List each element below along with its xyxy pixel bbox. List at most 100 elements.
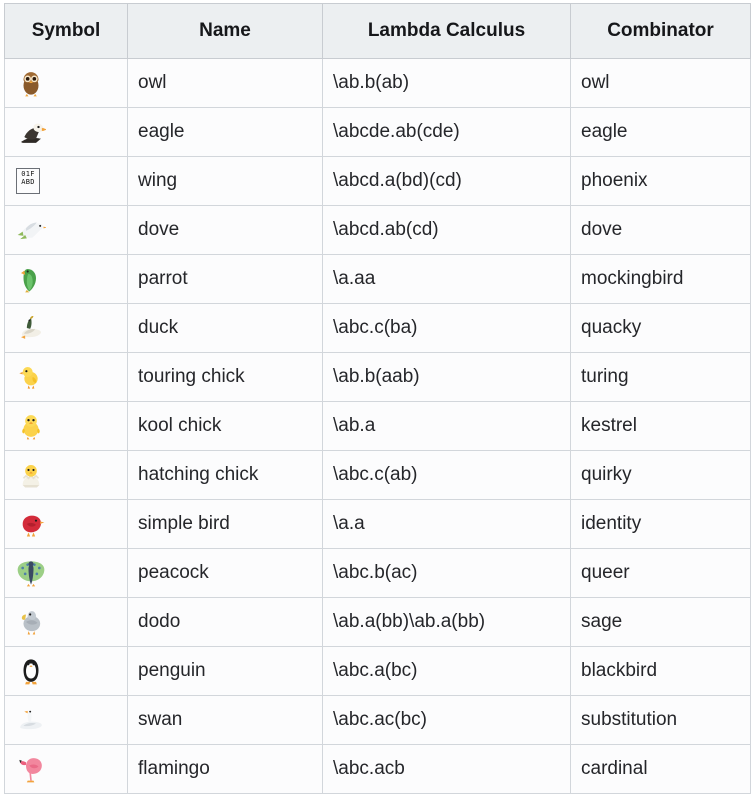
table-row: flamingo \abc.acb cardinal <box>4 744 751 794</box>
cell-name: parrot <box>127 254 323 304</box>
cell-combinator: cardinal <box>570 744 751 794</box>
cell-lambda: \abcd.a(bd)(cd) <box>322 156 571 206</box>
cell-combinator: quirky <box>570 450 751 500</box>
cell-combinator: eagle <box>570 107 751 157</box>
column-header-symbol[interactable]: Symbol <box>4 3 128 59</box>
cell-name: hatching chick <box>127 450 323 500</box>
table-row: peacock \abc.b(ac) queer <box>4 548 751 598</box>
penguin-emoji <box>16 656 46 686</box>
cell-name: flamingo <box>127 744 323 794</box>
duck-emoji <box>16 313 46 343</box>
cell-lambda: \a.aa <box>322 254 571 304</box>
peacock-emoji <box>16 558 46 588</box>
eagle-emoji <box>16 117 46 147</box>
cell-name: owl <box>127 58 323 108</box>
cell-combinator: blackbird <box>570 646 751 696</box>
cell-lambda: \ab.a <box>322 401 571 451</box>
cell-symbol <box>4 597 128 647</box>
cell-name: swan <box>127 695 323 745</box>
cell-symbol <box>4 548 128 598</box>
table-header-row: Symbol Name Lambda Calculus Combinator <box>4 3 751 59</box>
table-row: kool chick \ab.a kestrel <box>4 401 751 451</box>
cell-name: eagle <box>127 107 323 157</box>
cell-combinator: phoenix <box>570 156 751 206</box>
cell-lambda: \ab.a(bb)\ab.a(bb) <box>322 597 571 647</box>
cell-symbol <box>4 352 128 402</box>
cell-combinator: queer <box>570 548 751 598</box>
dodo-emoji <box>16 607 46 637</box>
cell-name: duck <box>127 303 323 353</box>
cell-lambda: \abcd.ab(cd) <box>322 205 571 255</box>
table-row: 01F ABD wing \abcd.a(bd)(cd) phoenix <box>4 156 751 206</box>
swan-emoji <box>16 705 46 735</box>
cell-lambda: \ab.b(ab) <box>322 58 571 108</box>
table-row: hatching chick \abc.c(ab) quirky <box>4 450 751 500</box>
table-body: owl \ab.b(ab) owl eagle \abcde.ab(cde) eagle 0… <box>4 58 751 794</box>
table-row: dodo \ab.a(bb)\ab.a(bb) sage <box>4 597 751 647</box>
cell-lambda: \abc.c(ba) <box>322 303 571 353</box>
cell-combinator: kestrel <box>570 401 751 451</box>
cell-combinator: sage <box>570 597 751 647</box>
cell-lambda: \a.a <box>322 499 571 549</box>
flamingo-emoji <box>16 754 46 784</box>
cell-name: dodo <box>127 597 323 647</box>
table-row: eagle \abcde.ab(cde) eagle <box>4 107 751 157</box>
table-row: parrot \a.aa mockingbird <box>4 254 751 304</box>
page-container: Symbol Name Lambda Calculus Combinator o… <box>0 0 756 800</box>
table-row: owl \ab.b(ab) owl <box>4 58 751 108</box>
cell-name: wing <box>127 156 323 206</box>
table-row: touring chick \ab.b(aab) turing <box>4 352 751 402</box>
cell-name: kool chick <box>127 401 323 451</box>
cell-lambda: \abc.ac(bc) <box>322 695 571 745</box>
cell-combinator: identity <box>570 499 751 549</box>
table-row: swan \abc.ac(bc) substitution <box>4 695 751 745</box>
cell-symbol <box>4 695 128 745</box>
table-header: Symbol Name Lambda Calculus Combinator <box>4 3 751 59</box>
owl-emoji <box>16 68 46 98</box>
table-row: penguin \abc.a(bc) blackbird <box>4 646 751 696</box>
cell-symbol <box>4 499 128 549</box>
cell-symbol <box>4 254 128 304</box>
cell-name: peacock <box>127 548 323 598</box>
cell-lambda: \abc.c(ab) <box>322 450 571 500</box>
cell-symbol <box>4 205 128 255</box>
cell-combinator: turing <box>570 352 751 402</box>
column-header-name[interactable]: Name <box>127 3 323 59</box>
cell-name: penguin <box>127 646 323 696</box>
cell-combinator: quacky <box>570 303 751 353</box>
cell-symbol <box>4 646 128 696</box>
parrot-emoji <box>16 264 46 294</box>
baby-chick-emoji <box>16 362 46 392</box>
cell-name: simple bird <box>127 499 323 549</box>
front-facing-baby-chick-emoji <box>16 411 46 441</box>
cell-lambda: \ab.b(aab) <box>322 352 571 402</box>
missing-glyph-code-bottom: ABD <box>21 178 35 186</box>
cell-lambda: \abc.acb <box>322 744 571 794</box>
table-row: dove \abcd.ab(cd) dove <box>4 205 751 255</box>
cell-symbol <box>4 58 128 108</box>
cell-symbol <box>4 401 128 451</box>
cell-combinator: substitution <box>570 695 751 745</box>
column-header-lambda[interactable]: Lambda Calculus <box>322 3 571 59</box>
cell-name: touring chick <box>127 352 323 402</box>
cell-lambda: \abcde.ab(cde) <box>322 107 571 157</box>
table-row: duck \abc.c(ba) quacky <box>4 303 751 353</box>
cell-lambda: \abc.a(bc) <box>322 646 571 696</box>
column-header-combinator[interactable]: Combinator <box>570 3 751 59</box>
dove-emoji <box>16 215 46 245</box>
cell-symbol: 01F ABD <box>4 156 128 206</box>
cell-symbol <box>4 303 128 353</box>
cell-symbol <box>4 107 128 157</box>
cell-lambda: \abc.b(ac) <box>322 548 571 598</box>
cell-combinator: mockingbird <box>570 254 751 304</box>
hatching-chick-emoji <box>16 460 46 490</box>
cell-symbol <box>4 744 128 794</box>
bird-combinators-table: Symbol Name Lambda Calculus Combinator o… <box>4 3 751 794</box>
cell-combinator: dove <box>570 205 751 255</box>
wing-missing-glyph: 01F ABD <box>16 168 40 194</box>
missing-glyph-code-top: 01F <box>21 170 35 178</box>
cell-symbol <box>4 450 128 500</box>
bird-emoji <box>16 509 46 539</box>
cell-combinator: owl <box>570 58 751 108</box>
table-row: simple bird \a.a identity <box>4 499 751 549</box>
